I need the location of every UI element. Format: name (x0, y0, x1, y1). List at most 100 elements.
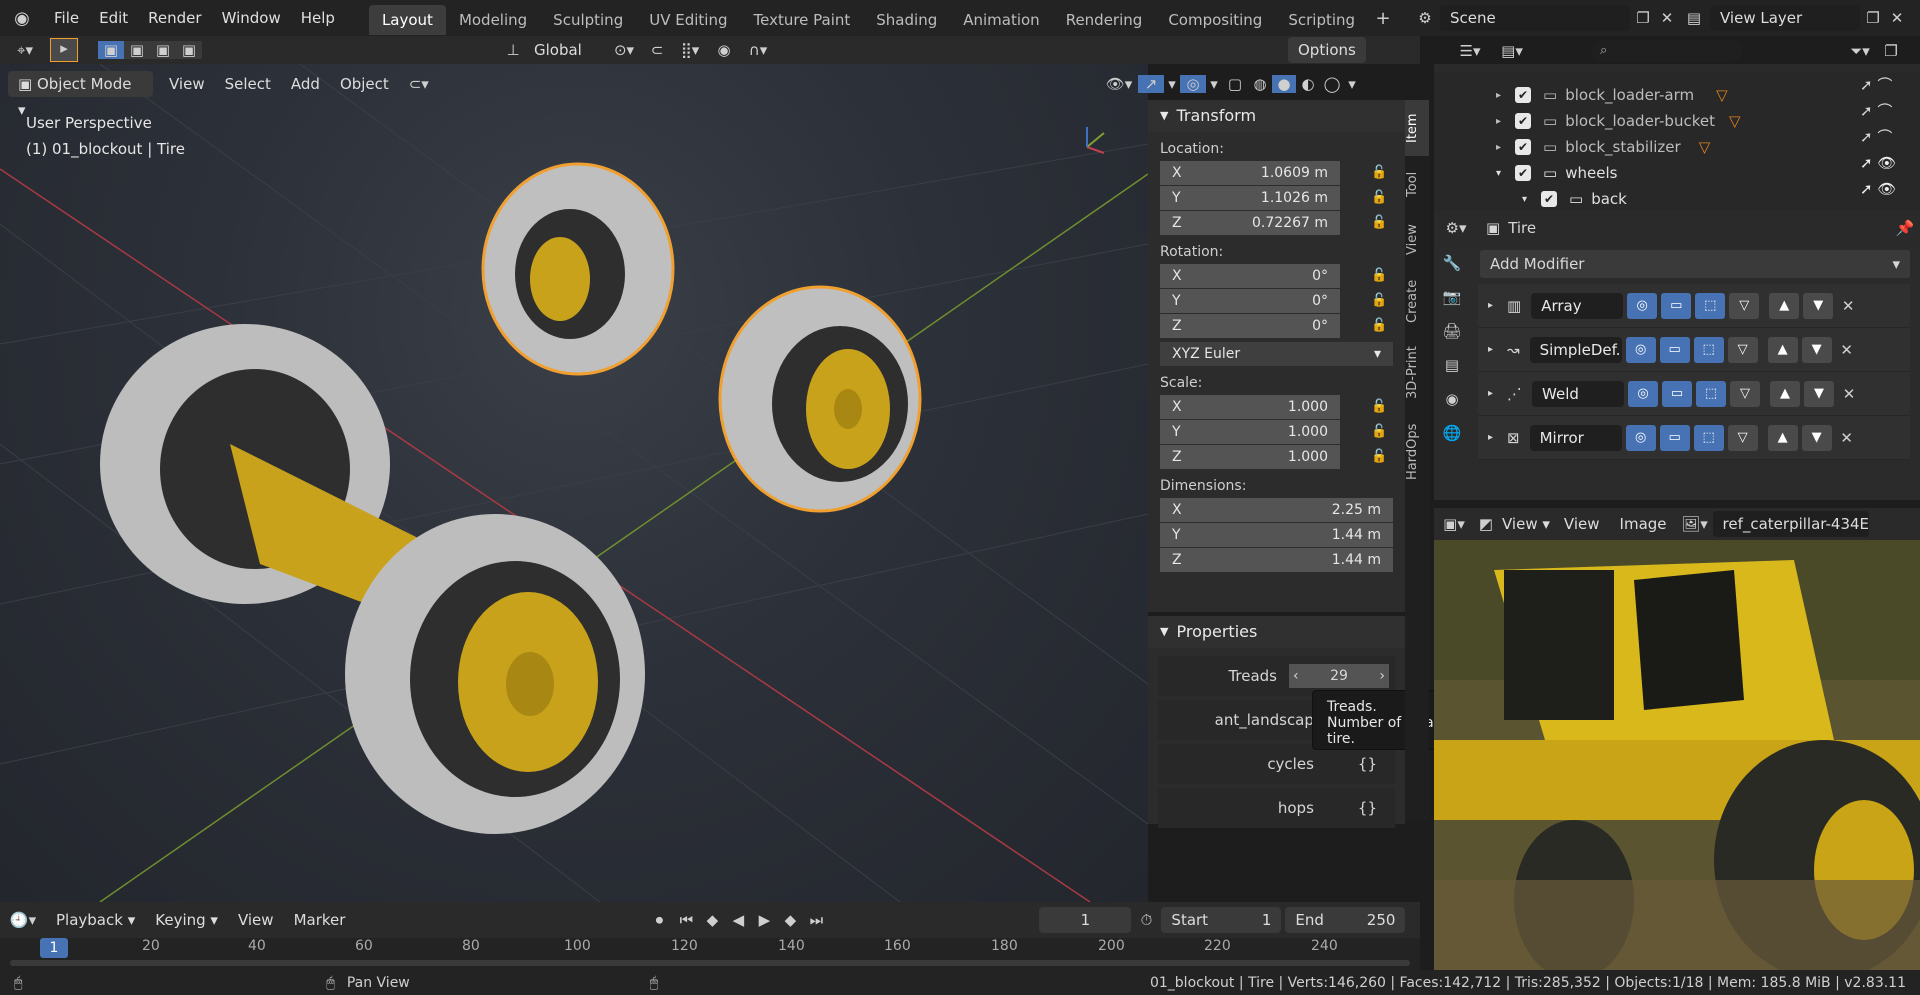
play-icon[interactable]: ▶ (751, 911, 777, 929)
select-extend-icon[interactable]: ▣ (124, 41, 150, 59)
start-frame-field[interactable]: Start 1 (1161, 907, 1282, 933)
record-icon[interactable]: ⏺ (645, 911, 673, 929)
modifier-name-field[interactable]: SimpleDef... (1529, 336, 1622, 363)
menu-object[interactable]: Object (330, 71, 399, 97)
options-dropdown[interactable]: Options (1288, 37, 1366, 63)
rotation-x-field[interactable]: X 0° (1160, 264, 1340, 288)
dimensions-x-field[interactable]: X 2.25 m (1160, 498, 1393, 522)
camera-icon[interactable]: ◎ (1625, 336, 1656, 363)
end-frame-field[interactable]: End 250 (1285, 907, 1406, 933)
expand-icon[interactable]: ▸ (1488, 388, 1493, 399)
timeline-editor-icon[interactable]: 🕘▾ (0, 911, 46, 929)
playhead[interactable]: 1 (40, 938, 68, 958)
tab-3d-print[interactable]: 3D-Print (1405, 334, 1429, 412)
blender-logo-icon[interactable]: ◉ (0, 8, 44, 29)
tab-tool[interactable]: Tool (1405, 156, 1429, 212)
delete-scene-icon[interactable]: ✕ (1656, 9, 1678, 27)
cage-icon[interactable]: ▽ (1727, 336, 1758, 363)
axis-gizmo[interactable] (1082, 125, 1112, 155)
tab-layout[interactable]: Layout (368, 4, 446, 35)
modifier-name-field[interactable]: Array (1531, 292, 1624, 319)
menu-file[interactable]: File (44, 0, 89, 36)
menu-add[interactable]: Add (281, 71, 330, 97)
collapse-icon[interactable]: ▾ (1522, 194, 1527, 205)
current-frame-field[interactable]: 1 (1039, 907, 1132, 933)
move-up-icon[interactable]: ▲ (1767, 424, 1798, 451)
playback-dropdown[interactable]: Playback ▾ (46, 907, 145, 933)
image-editor-type-icon[interactable]: ▣▾ (1434, 515, 1474, 533)
object-type-visibility-icon[interactable]: ⊂▾ (399, 75, 439, 93)
checkbox-icon[interactable]: ✔ (1515, 165, 1532, 181)
scene-field[interactable]: Scene (1440, 5, 1630, 31)
add-modifier-dropdown[interactable]: Add Modifier ▾ (1480, 250, 1910, 278)
new-scene-icon[interactable]: ❐ (1630, 9, 1656, 27)
monitor-icon[interactable]: ▭ (1659, 424, 1690, 451)
lock-icon[interactable]: 🔓 (1371, 293, 1387, 309)
delete-view-layer-icon[interactable]: ✕ (1886, 9, 1908, 27)
treads-stepper[interactable]: ‹ 29 › (1289, 664, 1389, 688)
menu-marker[interactable]: Marker (284, 907, 356, 933)
checkbox-icon[interactable]: ✔ (1515, 139, 1532, 155)
jump-end-icon[interactable]: ⏭ (803, 911, 829, 929)
outliner-row[interactable]: ▸ ✔ ▭ block_loader-arm ▽ (1434, 82, 1920, 108)
gizmo-dropdown-icon[interactable]: ▾ (1164, 75, 1180, 93)
expand-icon[interactable]: ▸ (1488, 344, 1493, 355)
rotation-mode-dropdown[interactable]: XYZ Euler ▾ (1160, 342, 1393, 366)
rendered-shading-icon[interactable]: ◯ (1320, 75, 1344, 93)
output-tab-icon[interactable]: 🖨 (1442, 314, 1461, 348)
snap-target-icon[interactable]: ⣿▾ (670, 41, 710, 59)
selectable-icon[interactable]: ➚ ⌒ (1860, 98, 1920, 124)
lock-icon[interactable]: 🔓 (1371, 268, 1387, 284)
transform-header[interactable]: ▼ Transform (1148, 100, 1405, 132)
view-mode-dropdown[interactable]: View ▾ (1498, 511, 1554, 537)
monitor-icon[interactable]: ▭ (1661, 292, 1692, 319)
tab-view[interactable]: View (1405, 212, 1429, 268)
select-intersect-icon[interactable]: ▣ (176, 41, 202, 59)
menu-window[interactable]: Window (212, 0, 291, 36)
prev-keyframe-icon[interactable]: ◆ (699, 911, 725, 929)
properties-header[interactable]: ▼ Properties (1148, 616, 1405, 648)
expand-icon[interactable]: ▸ (1496, 142, 1501, 153)
tab-scripting[interactable]: Scripting (1275, 5, 1368, 35)
visibility-eye-icon[interactable]: ➚ 👁 (1860, 150, 1920, 176)
rotation-y-field[interactable]: Y 0° (1160, 289, 1340, 313)
edit-mode-icon[interactable]: ⬚ (1693, 424, 1724, 451)
edit-mode-icon[interactable]: ⬚ (1693, 336, 1724, 363)
outliner-row[interactable]: ▾ ✔ ▭ back (1434, 186, 1920, 210)
dimensions-z-field[interactable]: Z 1.44 m (1160, 548, 1393, 572)
cage-icon[interactable]: ▽ (1729, 292, 1760, 319)
scene-tab-icon[interactable]: ◉ (1445, 382, 1458, 416)
camera-icon[interactable]: ◎ (1628, 380, 1659, 407)
menu-view[interactable]: View (228, 907, 284, 933)
menu-select[interactable]: Select (215, 71, 281, 97)
lock-icon[interactable]: 🔓 (1371, 318, 1387, 334)
view-layer-tab-icon[interactable]: ▤ (1445, 348, 1459, 382)
visibility-icon[interactable]: 👁▾ (1100, 75, 1138, 93)
decrement-icon[interactable]: ‹ (1293, 668, 1299, 684)
pin-icon[interactable]: 📌 (1890, 219, 1920, 237)
selectable-icon[interactable]: ➚ ⌒ (1860, 124, 1920, 150)
image-browse-icon[interactable]: 🖼▾ (1677, 515, 1713, 533)
display-mode-icon[interactable]: ☰▾ (1448, 42, 1492, 60)
remove-modifier-icon[interactable]: ✕ (1833, 297, 1863, 315)
outliner-row[interactable]: ▸ ✔ ▭ block_loader-bucket ▽ (1434, 108, 1920, 134)
remove-modifier-icon[interactable]: ✕ (1834, 385, 1864, 403)
add-workspace-icon[interactable]: + (1368, 8, 1398, 29)
lock-icon[interactable]: 🔓 (1371, 215, 1387, 231)
tab-modeling[interactable]: Modeling (446, 5, 540, 35)
3d-viewport[interactable] (0, 64, 1148, 902)
select-subtract-icon[interactable]: ▣ (150, 41, 176, 59)
checkbox-icon[interactable]: ✔ (1541, 191, 1558, 207)
tab-texture-paint[interactable]: Texture Paint (740, 5, 863, 35)
tab-shading[interactable]: Shading (863, 5, 950, 35)
solid-shading-icon[interactable]: ● (1272, 75, 1296, 93)
proportional-icon[interactable]: ◉ (710, 41, 738, 59)
scale-x-field[interactable]: X 1.000 (1160, 395, 1340, 419)
overlays-icon[interactable]: ◎ (1180, 75, 1206, 93)
expand-icon[interactable]: ▸ (1488, 432, 1493, 443)
visibility-eye-icon[interactable]: ➚ 👁 (1860, 176, 1920, 202)
expand-icon[interactable]: ▸ (1496, 90, 1501, 101)
menu-view[interactable]: View (159, 71, 215, 97)
cage-icon[interactable]: ▽ (1730, 380, 1761, 407)
menu-image[interactable]: Image (1610, 511, 1677, 537)
